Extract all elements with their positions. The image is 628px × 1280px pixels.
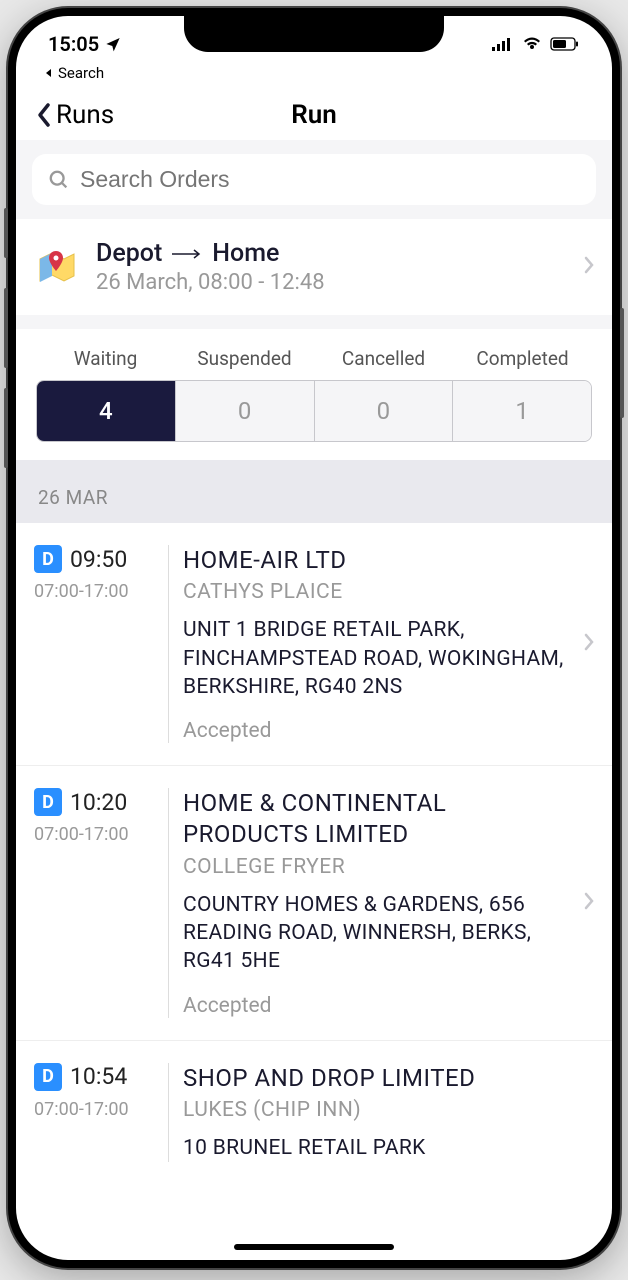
signal-icon xyxy=(492,37,514,51)
tab-label-suspended: Suspended xyxy=(175,347,314,370)
chevron-left-icon xyxy=(36,102,52,128)
arrow-right-icon xyxy=(172,249,202,259)
tab-cancelled[interactable]: 0 xyxy=(315,381,454,441)
tab-suspended[interactable]: 0 xyxy=(176,381,315,441)
tab-label-completed: Completed xyxy=(453,347,592,370)
battery-icon xyxy=(550,37,580,51)
order-time: 10:20 xyxy=(70,789,127,816)
route-card[interactable]: Depot Home 26 March, 08:00 - 12:48 xyxy=(16,219,612,315)
back-triangle-icon xyxy=(44,68,54,78)
order-item[interactable]: D 09:50 07:00-17:00 HOME-AIR LTD CATHYS … xyxy=(16,523,612,766)
location-arrow-icon xyxy=(105,36,121,52)
delivery-badge: D xyxy=(34,545,62,573)
chevron-right-icon xyxy=(584,892,594,910)
order-time: 10:54 xyxy=(70,1063,127,1090)
order-subtitle: LUKES (CHIP INN) xyxy=(183,1098,594,1122)
tab-waiting[interactable]: 4 xyxy=(37,381,176,441)
map-pin-icon xyxy=(34,245,78,289)
order-item[interactable]: D 10:54 07:00-17:00 SHOP AND DROP LIMITE… xyxy=(16,1041,612,1185)
date-header: 26 MAR xyxy=(16,460,612,523)
status-tabs: Waiting Suspended Cancelled Completed 4 … xyxy=(16,329,612,460)
order-address: UNIT 1 BRIDGE RETAIL PARK, FINCHAMPSTEAD… xyxy=(183,616,570,701)
order-status: Accepted xyxy=(183,994,570,1018)
order-title: HOME & CONTINENTAL PRODUCTS LIMITED xyxy=(183,788,570,850)
nav-bar: Runs Run xyxy=(16,90,612,140)
route-from: Depot xyxy=(96,239,162,268)
order-item[interactable]: D 10:20 07:00-17:00 HOME & CONTINENTAL P… xyxy=(16,766,612,1040)
delivery-badge: D xyxy=(34,1063,62,1091)
status-time: 15:05 xyxy=(48,32,99,56)
delivery-badge: D xyxy=(34,788,62,816)
phone-frame: 15:05 Search Runs Run xyxy=(8,8,620,1268)
order-window: 07:00-17:00 xyxy=(34,1099,129,1120)
tab-completed[interactable]: 1 xyxy=(453,381,591,441)
tab-label-cancelled: Cancelled xyxy=(314,347,453,370)
notch xyxy=(184,16,444,52)
order-title: HOME-AIR LTD xyxy=(183,545,570,576)
order-address: COUNTRY HOMES & GARDENS, 656 READING ROA… xyxy=(183,891,570,976)
chevron-right-icon xyxy=(584,256,594,274)
back-app-label: Search xyxy=(58,64,104,82)
order-status: Accepted xyxy=(183,719,570,743)
back-to-app[interactable]: Search xyxy=(16,64,612,90)
nav-back-label: Runs xyxy=(56,100,114,130)
route-to: Home xyxy=(212,239,279,268)
wifi-icon xyxy=(522,37,542,51)
nav-back-button[interactable]: Runs xyxy=(36,100,114,130)
page-title: Run xyxy=(291,100,337,130)
search-field[interactable] xyxy=(32,154,596,205)
order-window: 07:00-17:00 xyxy=(34,581,129,602)
order-title: SHOP AND DROP LIMITED xyxy=(183,1063,594,1094)
search-input[interactable] xyxy=(80,166,580,193)
chevron-right-icon xyxy=(584,633,594,651)
order-window: 07:00-17:00 xyxy=(34,824,129,845)
order-subtitle: COLLEGE FRYER xyxy=(183,855,570,879)
order-time: 09:50 xyxy=(70,546,127,573)
route-subtitle: 26 March, 08:00 - 12:48 xyxy=(96,270,566,295)
tab-label-waiting: Waiting xyxy=(36,347,175,370)
home-indicator[interactable] xyxy=(234,1244,394,1250)
search-icon xyxy=(48,169,70,191)
order-subtitle: CATHYS PLAICE xyxy=(183,580,570,604)
order-address: 10 BRUNEL RETAIL PARK xyxy=(183,1134,594,1162)
